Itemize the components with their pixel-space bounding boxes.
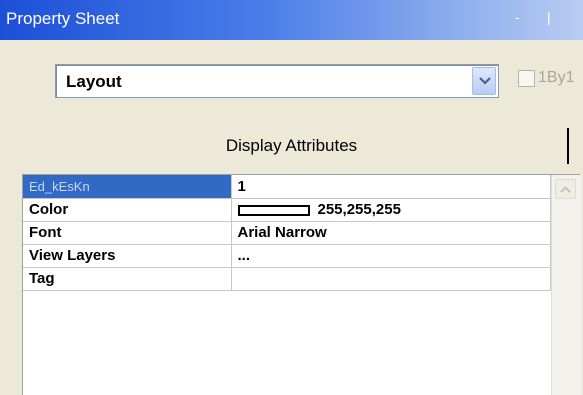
property-row[interactable]: Color 255,255,255: [23, 198, 551, 222]
chevron-down-icon: [479, 77, 491, 85]
property-sheet-window: Property Sheet - | Layout 1By1 Display A…: [0, 0, 583, 395]
window-title: Property Sheet: [6, 9, 120, 28]
property-value[interactable]: Arial Narrow: [231, 221, 551, 245]
scroll-up-button[interactable]: [555, 179, 576, 199]
section-title: Display Attributes: [225, 136, 358, 155]
property-name[interactable]: View Layers: [23, 244, 232, 268]
property-value[interactable]: ...: [231, 244, 551, 268]
checkbox-label: 1By1: [538, 69, 575, 86]
property-grid: Ed_kEsKn 1 Color 255,255,255 Font Arial …: [22, 174, 581, 395]
property-row[interactable]: View Layers ...: [23, 244, 551, 268]
layout-dropdown[interactable]: Layout: [55, 64, 499, 98]
title-bar[interactable]: Property Sheet - |: [0, 0, 583, 40]
minimize-button[interactable]: -: [515, 9, 520, 25]
color-value: 255,255,255: [317, 201, 401, 218]
property-row[interactable]: Ed_kEsKn 1: [23, 175, 551, 199]
chevron-up-icon: [560, 186, 571, 193]
property-row[interactable]: Tag: [23, 267, 551, 291]
property-name[interactable]: Ed_kEsKn: [23, 175, 232, 199]
vertical-scrollbar[interactable]: [551, 175, 581, 395]
one-by-one-checkbox[interactable]: [518, 70, 535, 87]
property-name[interactable]: Color: [23, 198, 232, 222]
section-divider: [567, 128, 569, 164]
pin-button[interactable]: |: [547, 9, 551, 25]
property-value[interactable]: 255,255,255: [231, 198, 551, 222]
property-table: Ed_kEsKn 1 Color 255,255,255 Font Arial …: [23, 175, 551, 291]
section-header[interactable]: Display Attributes: [0, 128, 583, 164]
dropdown-button[interactable]: [472, 67, 496, 95]
dropdown-value: Layout: [66, 72, 122, 91]
property-value[interactable]: [231, 267, 551, 291]
property-name[interactable]: Tag: [23, 267, 232, 291]
property-row[interactable]: Font Arial Narrow: [23, 221, 551, 245]
color-swatch[interactable]: [237, 204, 310, 216]
property-value[interactable]: 1: [231, 175, 551, 199]
property-name[interactable]: Font: [23, 221, 232, 245]
